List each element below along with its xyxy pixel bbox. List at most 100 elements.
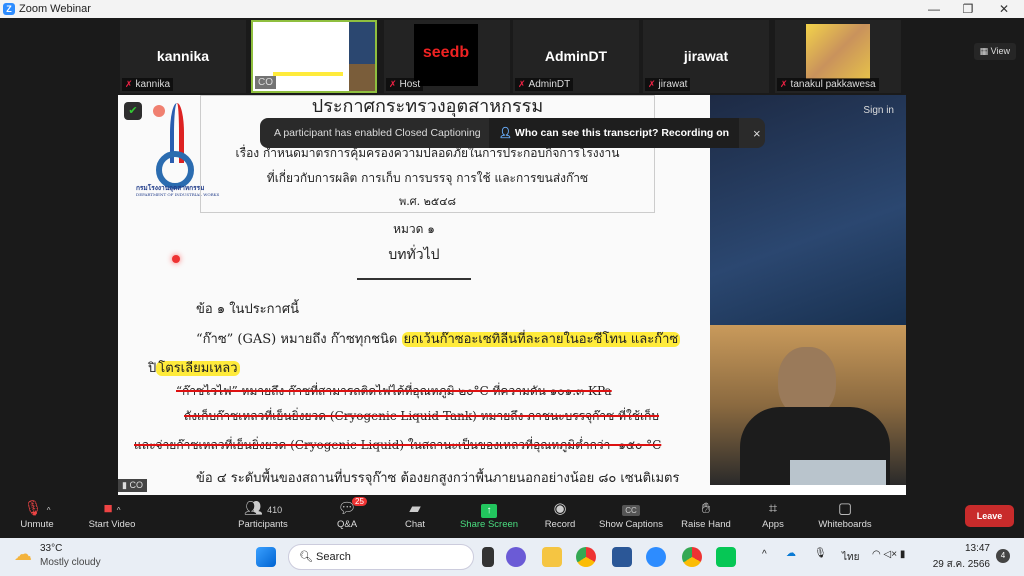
weather-temp: 33°C xyxy=(40,543,63,554)
weather-icon: ☁︎ xyxy=(14,544,32,564)
show-captions-button[interactable]: CC Show Captions xyxy=(596,499,666,530)
muted-mic-icon: ✗ xyxy=(389,79,397,89)
taskbar-search[interactable]: 🔍︎ Search xyxy=(288,544,474,570)
participant-tile[interactable]: jirawat ✗ jirawat xyxy=(643,20,769,93)
participant-tile[interactable]: seedb ✗ Host xyxy=(384,20,510,93)
unmute-label: Unmute xyxy=(20,519,54,530)
chrome-profile-icon[interactable] xyxy=(682,547,702,567)
gas-def-highlight: ยกเว้นก๊าซอะเซทิลีนที่ละลายในอะซีโทน และ… xyxy=(401,332,681,347)
participant-strip: kannika ✗ kannika CO seedb ✗ Host AdminDT … xyxy=(0,18,1024,95)
close-button[interactable]: ✕ xyxy=(986,0,1022,18)
seedb-logo: seedb xyxy=(422,44,470,61)
doc-chapter: หมวด ๑ xyxy=(393,222,435,236)
start-video-button[interactable]: ■ ^ Start Video xyxy=(82,499,142,530)
doc-preview-highlight xyxy=(273,72,343,76)
sign-in-link[interactable]: Sign in xyxy=(863,105,894,116)
notification-badge[interactable]: 4 xyxy=(996,549,1010,563)
participant-name: tanakul pakkawesa xyxy=(790,79,876,90)
raise-hand-label: Raise Hand xyxy=(681,519,731,530)
minimize-button[interactable]: — xyxy=(916,0,952,18)
connection-indicator: ▮ CO xyxy=(118,479,147,492)
participant-name: CO xyxy=(258,77,273,88)
doc-gas-def-cont: ปิ โตรเลียมเหลว xyxy=(148,357,240,378)
apps-button[interactable]: ⌗ Apps xyxy=(758,499,788,530)
shared-document: ✔ กรมโรงงานอุตสาหกรรม DEPARTMENT OF INDU… xyxy=(118,95,710,495)
security-shield-icon[interactable]: ✔ xyxy=(124,102,142,120)
participant-avatar xyxy=(806,24,870,79)
start-button[interactable] xyxy=(256,547,276,567)
muted-mic-icon: ✗ xyxy=(648,79,656,89)
participant-name: jirawat xyxy=(658,79,688,90)
participant-tile-sharing[interactable]: CO xyxy=(251,20,377,93)
clock-time[interactable]: 13:47 xyxy=(938,543,990,554)
chat-label: Chat xyxy=(404,519,426,530)
word-icon[interactable] xyxy=(612,547,632,567)
language-indicator[interactable]: ไทย xyxy=(842,550,859,565)
speaker-preview xyxy=(349,64,375,91)
record-label: Record xyxy=(544,519,576,530)
doc-subject-2: ที่เกี่ยวกับการผลิต การเก็บ การบรรจุ การ… xyxy=(266,171,589,185)
laser-pointer xyxy=(172,255,180,263)
taskview-icon[interactable] xyxy=(482,547,494,567)
doc-clause-4: ข้อ ๔ ระดับพื้นของสถานที่บรรจุก๊าซ ต้องย… xyxy=(196,471,680,486)
participants-icon: 👥︎ 410 xyxy=(243,500,283,517)
participant-display-name: AdminDT xyxy=(544,48,608,64)
doc-struck-line-1: “ก๊าซไวไฟ” หมายถึง ก๊าซที่สามารถติดไฟได้… xyxy=(176,384,612,398)
participant-tile[interactable]: kannika ✗ kannika xyxy=(120,20,246,93)
search-icon: 🔍︎ xyxy=(299,551,317,563)
apps-label: Apps xyxy=(762,519,784,530)
heading-box: ประกาศกระทรวงอุตสาหกรรม เรื่อง กำหนดมาตร… xyxy=(200,95,655,213)
teams-icon[interactable] xyxy=(506,547,526,567)
mic-icon[interactable]: 🎙︎ xyxy=(814,548,827,559)
doc-clause-1: ข้อ ๑ ในประกาศนี้ xyxy=(196,302,299,317)
file-explorer-icon[interactable] xyxy=(542,547,562,567)
apps-icon: ⌗ xyxy=(768,500,778,517)
transcript-link[interactable]: 👤︎ Who can see this transcript? Recordin… xyxy=(488,118,740,148)
record-button[interactable]: ◉ Record xyxy=(542,499,578,530)
gas-def-cont-highlight: โตรเลียมเหลว xyxy=(156,361,240,376)
view-label: View xyxy=(990,46,1010,56)
wifi-volume-battery-icons[interactable]: ◠ ◁× ▮ xyxy=(872,549,905,560)
zoom-taskbar-icon[interactable] xyxy=(646,547,666,567)
onedrive-icon[interactable]: ☁︎ xyxy=(786,548,796,559)
muted-mic-icon: ✗ xyxy=(125,79,133,89)
clock-date[interactable]: 29 ส.ค. 2566 xyxy=(924,557,990,572)
participants-button[interactable]: 👥︎ 410 Participants xyxy=(232,499,294,530)
person-icon: 👤︎ xyxy=(498,127,515,139)
gas-def-text: “ก๊าซ” (GAS) หมายถึง ก๊าซทุกชนิด xyxy=(196,332,402,347)
toast-close-button[interactable]: × xyxy=(753,126,761,141)
share-screen-label: Share Screen xyxy=(459,519,519,530)
chrome-icon[interactable] xyxy=(576,547,596,567)
chat-button[interactable]: ▰ Chat xyxy=(400,499,430,530)
tray-chevron-icon[interactable]: ^ xyxy=(762,549,767,560)
restore-button[interactable]: ❐ xyxy=(950,0,986,18)
captioning-toast: A participant has enabled Closed Caption… xyxy=(260,118,765,148)
start-video-label: Start Video xyxy=(88,519,136,530)
doc-struck-line-3: และจ่ายก๊าซเหลวที่เย็นยิ่งยวด (Cryogenic… xyxy=(134,438,662,452)
qa-button[interactable]: 💬︎ 25 Q&A xyxy=(330,497,367,530)
muted-mic-icon: 🎙︎ ^ xyxy=(23,500,51,517)
view-button[interactable]: ▦ View xyxy=(973,43,1016,60)
grid-icon: ▦ xyxy=(979,46,991,56)
chat-icon: ▰ xyxy=(409,500,421,517)
doc-struck-line-2: ถังเก็บก๊าซเหลวที่เย็นยิ่งยวด (Cryogenic… xyxy=(184,409,660,423)
participant-display-name: kannika xyxy=(156,48,210,64)
leave-button[interactable]: Leave xyxy=(965,505,1014,527)
toast-message: A participant has enabled Closed Caption… xyxy=(274,127,481,139)
unmute-button[interactable]: 🎙︎ ^ Unmute xyxy=(14,499,60,530)
zoom-logo-icon: Z xyxy=(3,3,15,15)
raise-hand-button[interactable]: ✋︎ Raise Hand xyxy=(680,499,732,530)
window-title: Zoom Webinar xyxy=(19,3,91,15)
whiteboards-button[interactable]: ▢ Whiteboards xyxy=(812,499,878,530)
participant-name: Host xyxy=(399,79,421,90)
participant-tile[interactable]: ✗ tanakul pakkawesa xyxy=(775,20,901,93)
transcript-link-label: Who can see this transcript? Recording o… xyxy=(514,127,730,139)
participant-tile[interactable]: AdminDT ✗ AdminDT xyxy=(513,20,639,93)
line-icon[interactable] xyxy=(716,547,736,567)
speaker-laptop xyxy=(790,460,886,485)
seedb-avatar: seedb xyxy=(414,24,478,86)
record-icon: ◉ xyxy=(553,500,567,517)
share-screen-button[interactable]: ↑ Share Screen xyxy=(458,499,520,530)
title-bar: Z Zoom Webinar — ❐ ✕ xyxy=(0,0,1024,18)
search-placeholder: Search xyxy=(316,551,351,563)
